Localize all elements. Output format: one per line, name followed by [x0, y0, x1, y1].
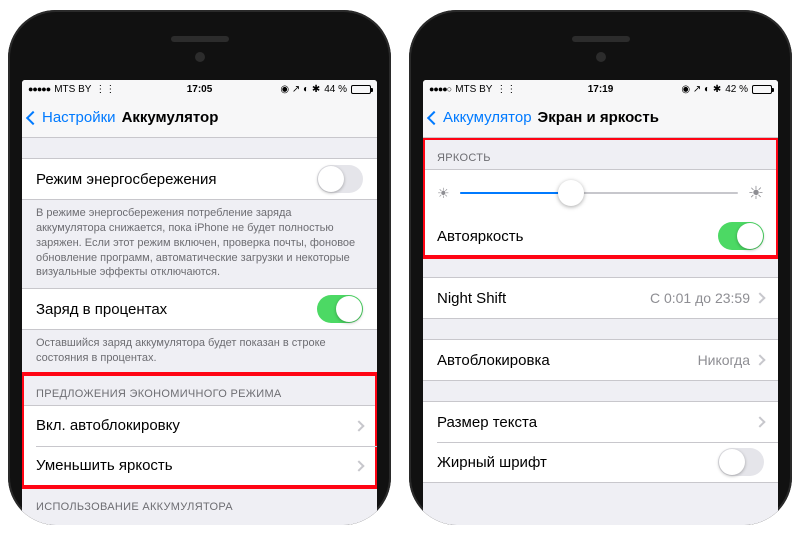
page-title: Экран и яркость	[538, 109, 659, 126]
suggestion-reduce-brightness[interactable]: Уменьшить яркость	[22, 446, 377, 486]
brightness-slider-row[interactable]: ☀︎ ☀︎	[423, 170, 778, 216]
battery-percentage-toggle[interactable]	[317, 295, 363, 323]
usage-header: ИСПОЛЬЗОВАНИЕ АККУМУЛЯТОРА	[22, 487, 377, 518]
chevron-right-icon	[754, 292, 765, 303]
auto-brightness-toggle[interactable]	[718, 222, 764, 250]
auto-brightness-row[interactable]: Автояркость	[423, 216, 778, 256]
battery-icon	[752, 85, 772, 94]
autolock-row[interactable]: Автоблокировка Никогда	[423, 340, 778, 380]
status-icons: ◉ ↗ ◐ ✱	[681, 84, 721, 95]
suggestions-header: ПРЕДЛОЖЕНИЯ ЭКОНОМИЧНОГО РЕЖИМА	[22, 374, 377, 405]
battery-percentage-row[interactable]: Заряд в процентах	[22, 289, 377, 329]
battery-percentage-footer: Оставшийся заряд аккумулятора будет пока…	[22, 330, 377, 374]
wifi-icon: ⋮⋮	[496, 84, 516, 95]
low-power-mode-footer: В режиме энергосбережения потребление за…	[22, 200, 377, 288]
wifi-icon: ⋮⋮	[95, 84, 115, 95]
carrier-label: MTS BY	[54, 84, 91, 95]
low-power-mode-row[interactable]: Режим энергосбережения	[22, 159, 377, 199]
brightness-slider[interactable]	[460, 192, 738, 194]
status-icons: ◉ ↗ ◐ ✱	[280, 84, 320, 95]
text-size-row[interactable]: Размер текста	[423, 402, 778, 442]
clock: 17:19	[588, 84, 614, 95]
back-label: Аккумулятор	[443, 109, 532, 126]
screen: ●●●●○ MTS BY ⋮⋮ 17:19 ◉ ↗ ◐ ✱ 42 % Аккум…	[423, 80, 778, 525]
screen: ●●●●● MTS BY ⋮⋮ 17:05 ◉ ↗ ◐ ✱ 44 % Настр…	[22, 80, 377, 525]
status-bar: ●●●●● MTS BY ⋮⋮ 17:05 ◉ ↗ ◐ ✱ 44 %	[22, 80, 377, 98]
low-power-mode-label: Режим энергосбережения	[36, 171, 317, 188]
nav-bar: Настройки Аккумулятор	[22, 98, 377, 138]
back-label: Настройки	[42, 109, 116, 126]
night-shift-row[interactable]: Night Shift С 0:01 до 23:59	[423, 278, 778, 318]
chevron-left-icon	[427, 110, 441, 124]
signal-dots: ●●●●●	[28, 84, 50, 94]
battery-icon	[351, 85, 371, 94]
night-shift-value: С 0:01 до 23:59	[650, 290, 750, 306]
bold-text-toggle[interactable]	[718, 448, 764, 476]
chevron-left-icon	[26, 110, 40, 124]
bold-text-row[interactable]: Жирный шрифт	[423, 442, 778, 482]
content: Режим энергосбережения В режиме энергосб…	[22, 138, 377, 525]
battery-percent: 42 %	[725, 84, 748, 95]
suggestion-autolock[interactable]: Вкл. автоблокировку	[22, 406, 377, 446]
back-button[interactable]: Аккумулятор	[429, 109, 532, 126]
autolock-value: Никогда	[698, 352, 750, 368]
chevron-right-icon	[754, 416, 765, 427]
chevron-right-icon	[353, 460, 364, 471]
content: ЯРКОСТЬ ☀︎ ☀︎ Автояркость	[423, 138, 778, 525]
suggestions-highlight: ПРЕДЛОЖЕНИЯ ЭКОНОМИЧНОГО РЕЖИМА Вкл. авт…	[22, 374, 377, 487]
phone-right: ●●●●○ MTS BY ⋮⋮ 17:19 ◉ ↗ ◐ ✱ 42 % Аккум…	[409, 10, 792, 525]
chevron-right-icon	[353, 420, 364, 431]
clock: 17:05	[187, 84, 213, 95]
battery-percent: 44 %	[324, 84, 347, 95]
brightness-header: ЯРКОСТЬ	[423, 138, 778, 169]
status-bar: ●●●●○ MTS BY ⋮⋮ 17:19 ◉ ↗ ◐ ✱ 42 %	[423, 80, 778, 98]
battery-percentage-label: Заряд в процентах	[36, 301, 317, 318]
nav-bar: Аккумулятор Экран и яркость	[423, 98, 778, 138]
slider-thumb[interactable]	[558, 180, 584, 206]
chevron-right-icon	[754, 354, 765, 365]
carrier-label: MTS BY	[455, 84, 492, 95]
sun-large-icon: ☀︎	[748, 183, 764, 204]
brightness-highlight: ЯРКОСТЬ ☀︎ ☀︎ Автояркость	[423, 138, 778, 257]
phone-left: ●●●●● MTS BY ⋮⋮ 17:05 ◉ ↗ ◐ ✱ 44 % Настр…	[8, 10, 391, 525]
page-title: Аккумулятор	[122, 109, 219, 126]
sun-small-icon: ☀︎	[437, 185, 450, 202]
signal-dots: ●●●●○	[429, 84, 451, 94]
low-power-mode-toggle[interactable]	[317, 165, 363, 193]
back-button[interactable]: Настройки	[28, 109, 116, 126]
